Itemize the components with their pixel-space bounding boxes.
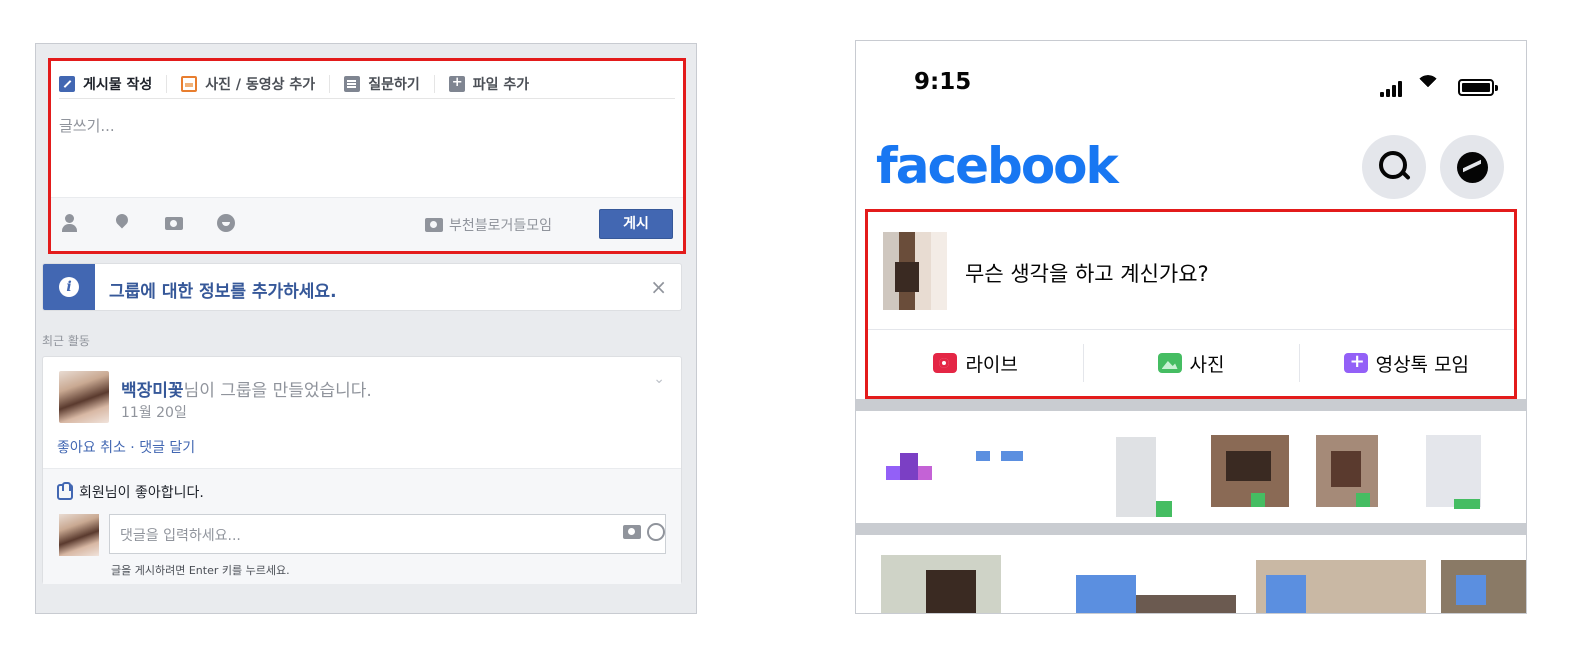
avatar[interactable] bbox=[883, 232, 947, 310]
activity-text: 님이 그룹을 만들었습니다. bbox=[183, 381, 372, 401]
likes-text: 회원님이 좋아합니다. bbox=[79, 485, 204, 501]
tab-add-file[interactable]: 파일 추가 bbox=[448, 75, 543, 93]
facebook-logo[interactable]: facebook bbox=[876, 137, 1119, 195]
info-icon: i bbox=[59, 277, 79, 297]
section-divider bbox=[856, 523, 1526, 535]
activity-card: 백장미꽃님이 그룹을 만들었습니다. 11월 20일 ⌄ 좋아요 취소 · 댓글… bbox=[42, 356, 682, 584]
video-room-icon bbox=[1343, 351, 1368, 373]
avatar bbox=[59, 514, 99, 556]
activity-date[interactable]: 11월 20일 bbox=[121, 402, 187, 422]
post-composer: 게시물 작성 사진 / 동영상 추가 질문하기 파일 추가 글쓰기... bbox=[48, 58, 686, 254]
photo-label: 사진 bbox=[1189, 353, 1225, 376]
question-icon bbox=[344, 75, 361, 92]
status-time: 9:15 bbox=[914, 69, 972, 95]
room-label: 영상톡 모임 bbox=[1375, 353, 1470, 376]
camera-icon[interactable] bbox=[623, 525, 641, 539]
tab-label: 파일 추가 bbox=[472, 76, 530, 93]
avatar[interactable] bbox=[59, 371, 109, 423]
feeling-smile-icon[interactable] bbox=[215, 212, 237, 234]
photo-icon bbox=[181, 75, 198, 92]
tab-label: 사진 / 동영상 추가 bbox=[205, 76, 316, 93]
tag-friends-icon[interactable] bbox=[61, 212, 83, 234]
likes-summary: 회원님이 좋아합니다. bbox=[57, 482, 204, 502]
post-text-input[interactable]: 글쓰기... bbox=[59, 115, 115, 136]
audience-selector[interactable]: 부천블로거들모임 bbox=[425, 215, 552, 235]
tab-add-photo-video[interactable]: 사진 / 동영상 추가 bbox=[181, 74, 331, 93]
battery-icon bbox=[1458, 79, 1498, 96]
chevron-down-icon[interactable]: ⌄ bbox=[653, 371, 665, 387]
tab-ask-question[interactable]: 질문하기 bbox=[344, 74, 435, 93]
group-info-banner: i 그룹에 대한 정보를 추가하세요. × bbox=[42, 263, 682, 311]
recent-activity-heading: 최근 활동 bbox=[42, 334, 90, 348]
file-add-icon bbox=[448, 75, 465, 92]
camera-icon[interactable] bbox=[163, 212, 185, 234]
location-pin-icon[interactable] bbox=[111, 212, 133, 234]
whats-on-your-mind-input[interactable]: 무슨 생각을 하고 계신가요? bbox=[965, 258, 1209, 288]
tab-label: 게시물 작성 bbox=[83, 76, 153, 93]
composer-tabs: 게시물 작성 사진 / 동영상 추가 질문하기 파일 추가 bbox=[59, 69, 675, 99]
like-comment-links[interactable]: 좋아요 취소 · 댓글 달기 bbox=[57, 437, 195, 457]
tab-write-post[interactable]: 게시물 작성 bbox=[59, 74, 168, 93]
composer-actions: 라이브 사진 영상톡 모임 bbox=[868, 330, 1514, 396]
photo-icon bbox=[1157, 353, 1182, 373]
thumbs-up-icon bbox=[57, 482, 73, 500]
desktop-group-page: 게시물 작성 사진 / 동영상 추가 질문하기 파일 추가 글쓰기... bbox=[35, 43, 697, 614]
group-camera-icon bbox=[425, 218, 443, 232]
room-button[interactable]: 영상톡 모임 bbox=[1298, 330, 1514, 396]
emoji-icon[interactable] bbox=[647, 523, 665, 541]
comment-input[interactable]: 댓글을 입력하세요... bbox=[109, 514, 666, 554]
stories-row-pixelated[interactable] bbox=[856, 411, 1526, 523]
messenger-icon[interactable] bbox=[1440, 135, 1504, 199]
add-group-info-link[interactable]: 그룹에 대한 정보를 추가하세요. bbox=[109, 277, 337, 302]
post-button[interactable]: 게시 bbox=[599, 209, 673, 239]
close-icon[interactable]: × bbox=[650, 275, 667, 299]
search-icon[interactable] bbox=[1362, 135, 1426, 199]
user-name-link[interactable]: 백장미꽃 bbox=[121, 381, 184, 401]
group-name: 부천블로거들모임 bbox=[449, 218, 553, 234]
likes-section: 회원님이 좋아합니다. 댓글을 입력하세요... 글을 게시하려면 Enter … bbox=[43, 468, 681, 584]
feed-preview-pixelated bbox=[856, 535, 1526, 613]
mobile-post-composer: 무슨 생각을 하고 계신가요? 라이브 사진 영상톡 모임 bbox=[865, 209, 1517, 399]
pencil-icon bbox=[59, 75, 75, 92]
live-video-icon bbox=[933, 353, 958, 373]
live-label: 라이브 bbox=[965, 353, 1018, 376]
activity-message: 백장미꽃님이 그룹을 만들었습니다. bbox=[121, 376, 372, 401]
info-icon-box: i bbox=[43, 264, 95, 310]
signal-icon bbox=[1380, 81, 1404, 97]
tab-label: 질문하기 bbox=[368, 76, 420, 93]
photo-button[interactable]: 사진 bbox=[1083, 330, 1298, 396]
composer-footer: 부천블로거들모임 게시 bbox=[51, 197, 683, 251]
section-divider bbox=[856, 399, 1526, 411]
comment-hint: 글을 게시하려면 Enter 키를 누르세요. bbox=[111, 564, 290, 577]
live-button[interactable]: 라이브 bbox=[868, 330, 1083, 396]
wifi-icon bbox=[1416, 73, 1440, 97]
mobile-facebook-screen: 9:15 facebook 무슨 생각을 하고 계신가요? 라이브 사진 영상톡… bbox=[855, 40, 1527, 614]
